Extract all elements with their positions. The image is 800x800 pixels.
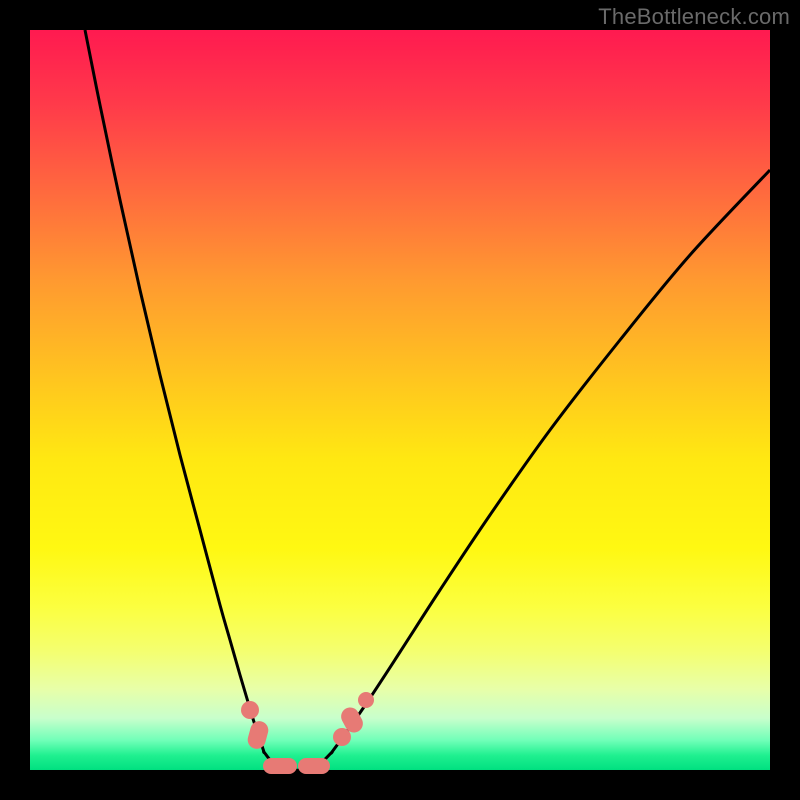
watermark-text: TheBottleneck.com bbox=[598, 4, 790, 30]
curve-path bbox=[85, 30, 770, 770]
curve-marker-0 bbox=[241, 701, 259, 719]
curve-marker-6 bbox=[358, 692, 374, 708]
curve-marker-4 bbox=[333, 728, 351, 746]
chart-frame: TheBottleneck.com bbox=[0, 0, 800, 800]
curve-marker-1 bbox=[246, 719, 271, 751]
curve-marker-3 bbox=[298, 758, 330, 774]
bottleneck-curve bbox=[30, 30, 770, 770]
curve-marker-2 bbox=[263, 758, 297, 774]
